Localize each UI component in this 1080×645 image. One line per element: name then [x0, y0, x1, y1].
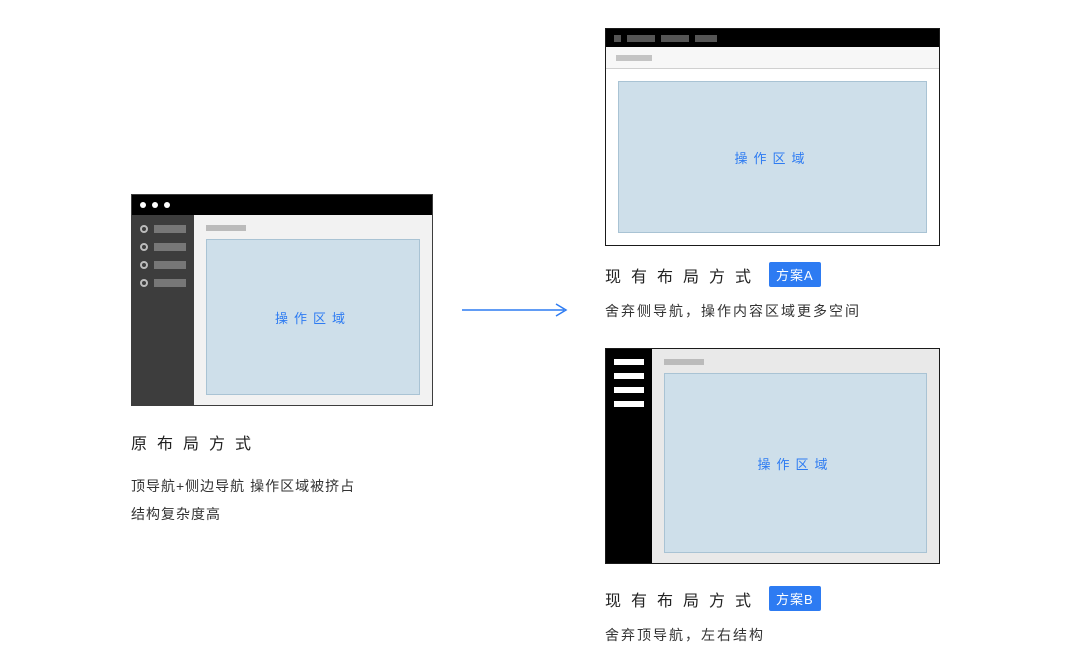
- sidebar-item-placeholder: [614, 387, 644, 393]
- sidebar-item-placeholder: [140, 243, 186, 251]
- variant-b-badge: 方案B: [769, 586, 821, 611]
- window-titlebar: [132, 195, 432, 215]
- arrow-right-icon: [460, 300, 570, 320]
- sidebar-item-placeholder: [614, 373, 644, 379]
- mockup-original-layout: 操作区域: [131, 194, 433, 406]
- variant-a-title: 现有布局方式: [605, 263, 761, 287]
- mockup-sidebar: [132, 215, 194, 405]
- variant-a-badge: 方案A: [769, 262, 821, 287]
- window-dot-icon: [164, 202, 170, 208]
- content-area: 操作区域: [664, 373, 927, 553]
- original-desc-line-1: 顶导航+侧边导航 操作区域被挤占: [131, 472, 471, 500]
- nav-item-placeholder: [627, 35, 655, 42]
- sidebar-item-placeholder: [614, 401, 644, 407]
- content-area: 操作区域: [206, 239, 420, 395]
- original-desc-line-2: 结构复杂度高: [131, 500, 471, 528]
- nav-item-placeholder: [695, 35, 717, 42]
- variant-b-title: 现有布局方式: [605, 587, 761, 611]
- mockup-variant-a: 操作区域: [605, 28, 940, 246]
- breadcrumb-placeholder: [206, 225, 246, 231]
- sidebar-item-placeholder: [140, 225, 186, 233]
- breadcrumb-placeholder: [616, 55, 652, 61]
- variant-b-desc: 舍弃顶导航，左右结构: [605, 625, 965, 645]
- nav-logo-placeholder: [614, 35, 621, 42]
- sub-header: [606, 47, 939, 69]
- window-dot-icon: [140, 202, 146, 208]
- sidebar-item-placeholder: [140, 261, 186, 269]
- top-nav-bar: [606, 29, 939, 47]
- original-title: 原布局方式: [131, 430, 471, 454]
- variant-a-desc: 舍弃侧导航，操作内容区域更多空间: [605, 301, 965, 321]
- breadcrumb-placeholder: [664, 359, 704, 365]
- content-area: 操作区域: [618, 81, 927, 233]
- sidebar-item-placeholder: [140, 279, 186, 287]
- window-dot-icon: [152, 202, 158, 208]
- mockup-variant-b: 操作区域: [605, 348, 940, 564]
- sidebar-item-placeholder: [614, 359, 644, 365]
- mockup-sidebar: [606, 349, 652, 563]
- nav-item-placeholder: [661, 35, 689, 42]
